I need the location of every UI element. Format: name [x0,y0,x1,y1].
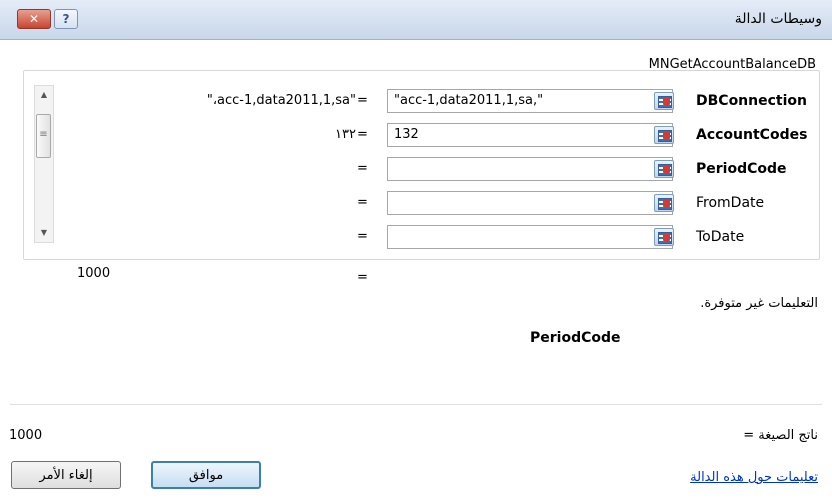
periodcode-label: PeriodCode [696,161,787,177]
focused-argument-name: PeriodCode [530,330,621,346]
argument-evaluated-value: ١٣٢ [335,127,356,142]
arguments-panel: ▲ ≡ ▼ "،acc-1,data2011,1,sa" = "acc-1,da… [23,70,820,260]
collapse-dialog-icon[interactable] [654,160,674,178]
todate-label: ToDate [696,229,745,245]
fromdate-label: FromDate [696,195,765,211]
equals-sign: = [357,270,368,285]
equals-sign: = [357,93,368,108]
todate-input[interactable] [387,225,673,249]
accountcodes-label: AccountCodes [696,127,808,143]
argument-row-dbconnection: "،acc-1,data2011,1,sa" = "acc-1,data2011… [24,89,821,115]
function-description: التعليمات غير متوفرة. [700,296,818,311]
equals-sign: = [357,127,368,142]
close-button[interactable]: ✕ [17,9,51,29]
function-result-value: 1000 [77,266,111,281]
fromdate-input[interactable] [387,191,673,215]
dbconnection-input[interactable]: "acc-1,data2011,1,sa," [387,89,673,113]
argument-row-fromdate: = FromDate [24,191,821,217]
cancel-button[interactable]: إلغاء الأمر [11,461,121,489]
equals-sign: = [357,229,368,244]
divider [10,404,822,405]
formula-result-label: ناتج الصيغة = [743,428,818,443]
argument-row-accountcodes: ١٣٢ = 132 AccountCodes [24,123,821,149]
equals-sign: = [357,161,368,176]
accountcodes-input[interactable]: 132 [387,123,673,147]
function-help-link[interactable]: تعليمات حول هذه الدالة [690,470,818,485]
dialog-title: وسيطات الدالة [734,11,822,27]
collapse-dialog-icon[interactable] [654,228,674,246]
dbconnection-label: DBConnection [696,93,807,109]
argument-evaluated-value: "،acc-1,data2011,1,sa" [206,93,356,108]
dialog-titlebar: ✕ ? وسيطات الدالة [0,0,832,40]
equals-sign: = [357,195,368,210]
help-button[interactable]: ? [54,9,78,29]
argument-row-periodcode: = PeriodCode [24,157,821,183]
collapse-dialog-icon[interactable] [654,126,674,144]
ok-button[interactable]: موافق [151,461,261,489]
argument-row-todate: = ToDate [24,225,821,251]
periodcode-input[interactable] [387,157,673,181]
collapse-dialog-icon[interactable] [654,194,674,212]
formula-result-value: 1000 [9,428,43,443]
collapse-dialog-icon[interactable] [654,92,674,110]
